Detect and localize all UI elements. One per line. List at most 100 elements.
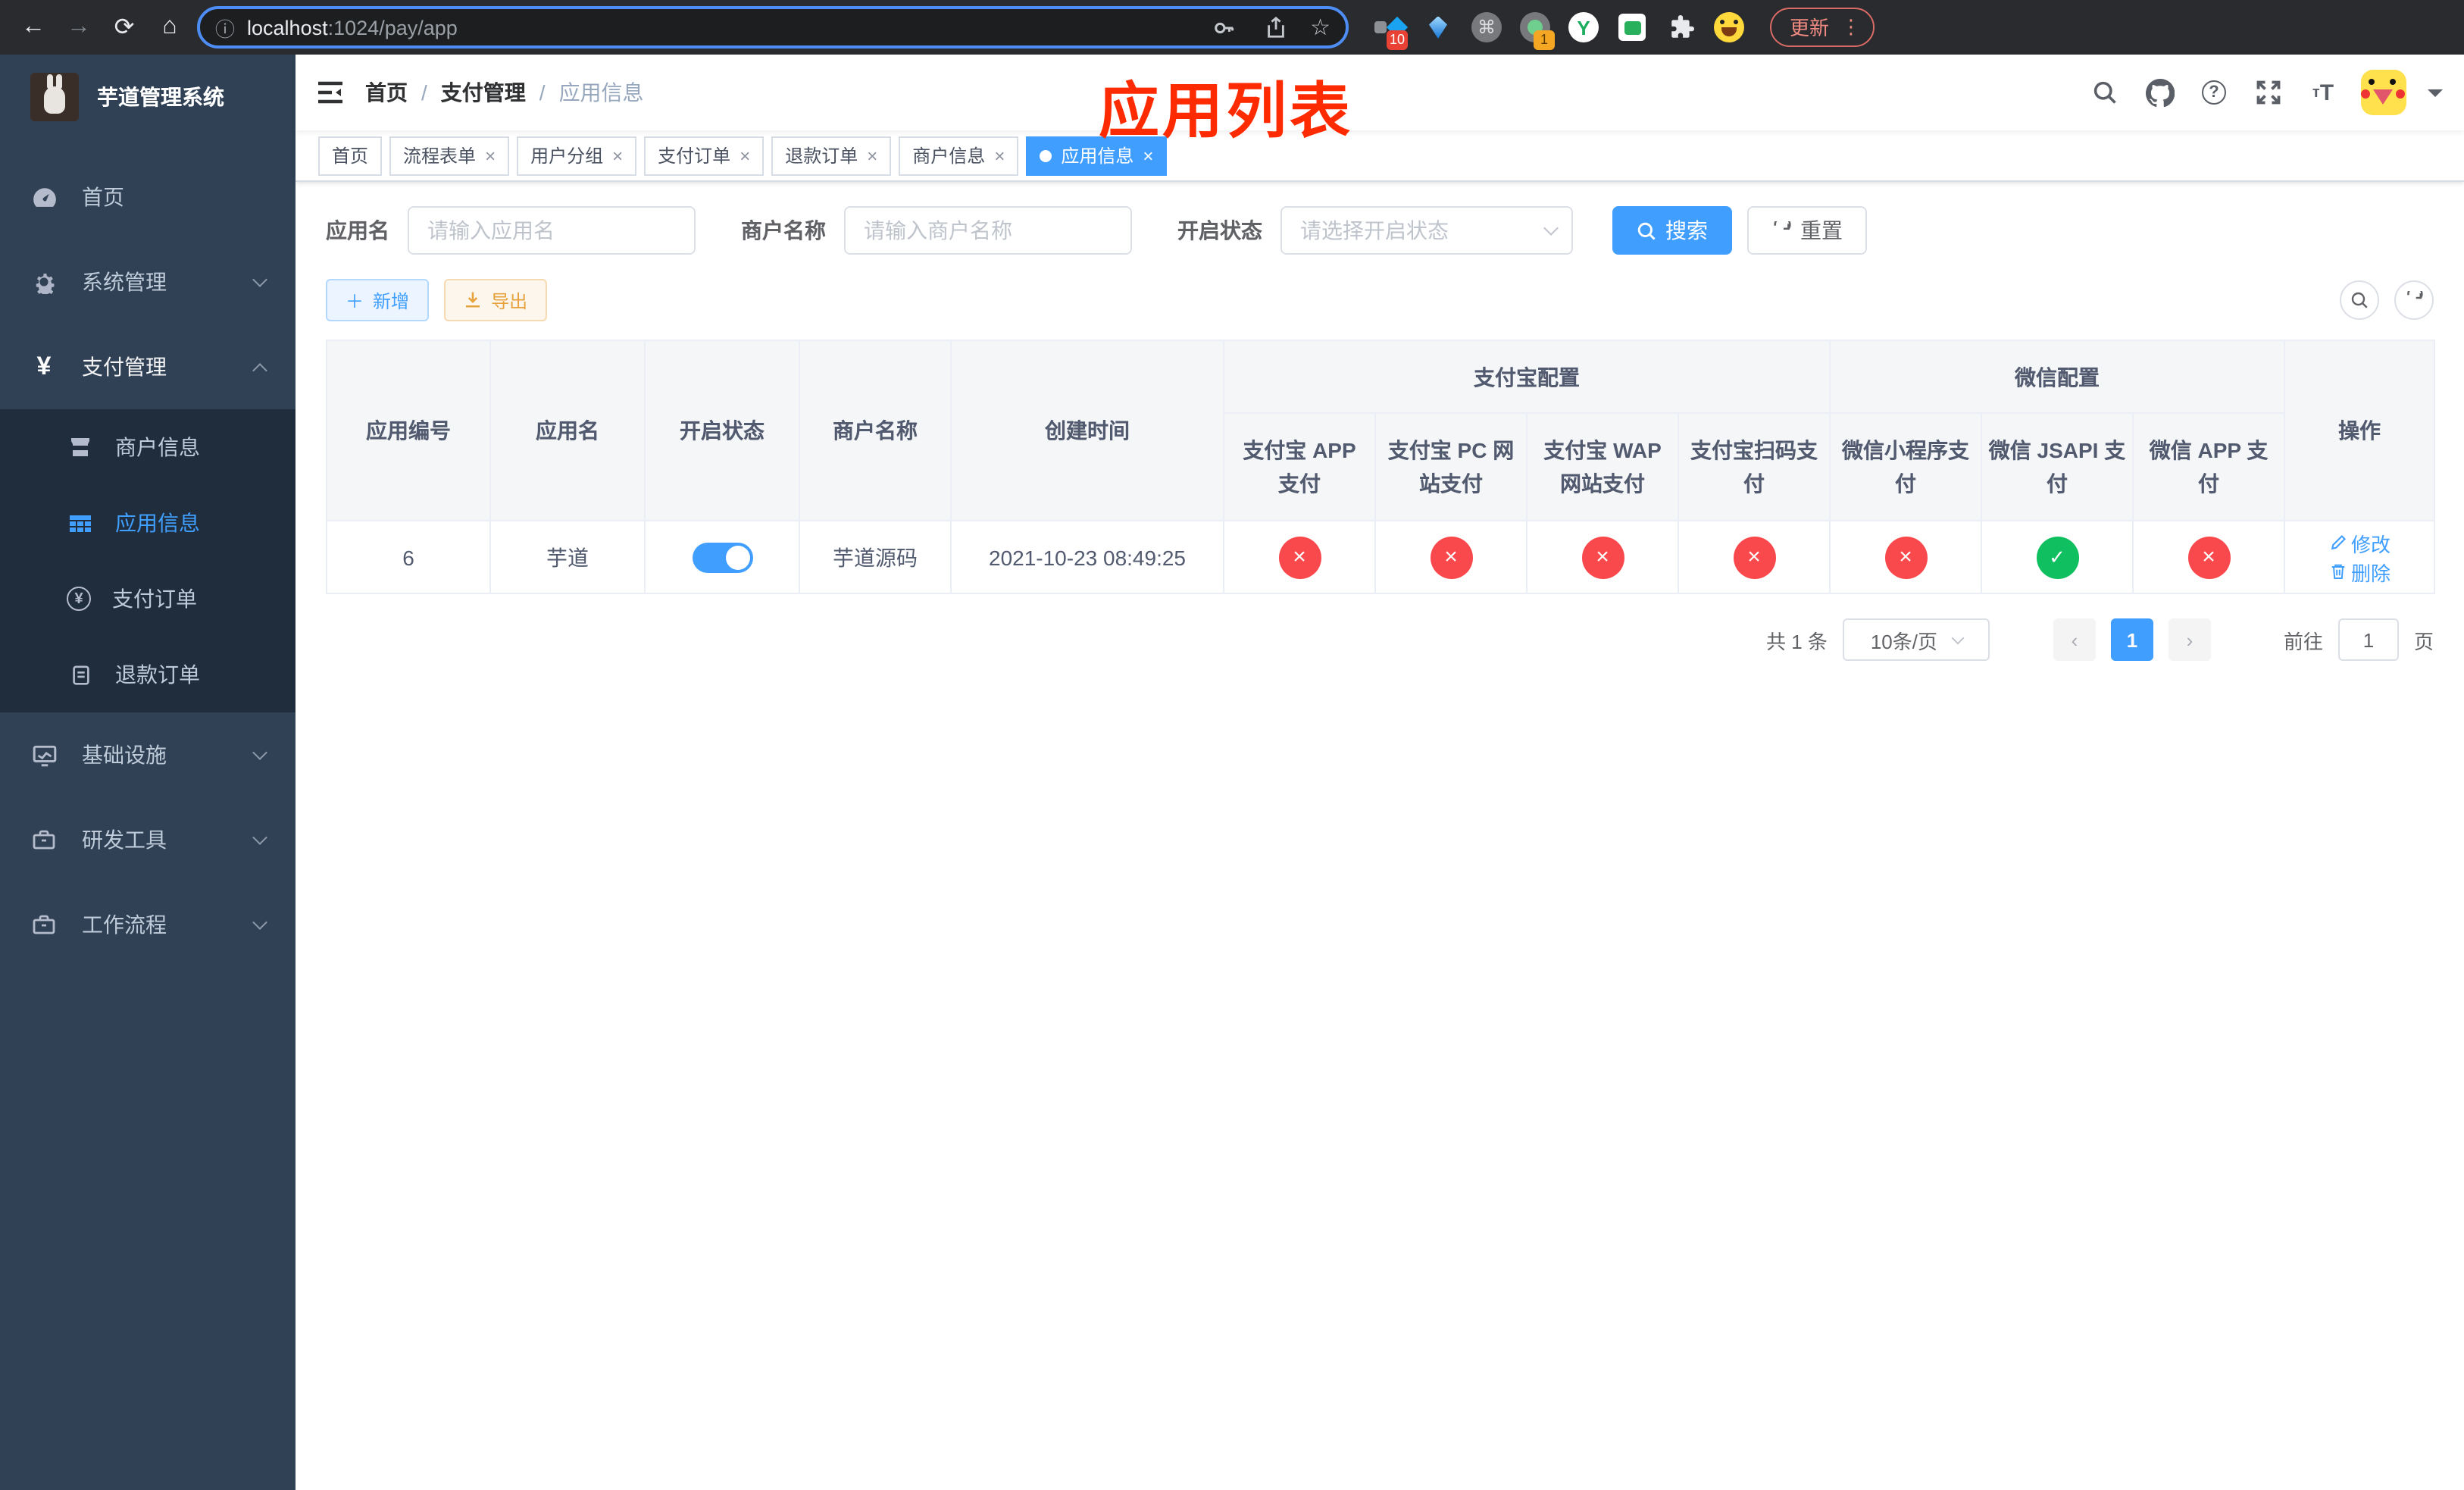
app-logo-rabbit (30, 73, 79, 121)
bookmark-star-icon[interactable]: ☆ (1310, 14, 1330, 41)
y-extension-icon[interactable]: Y (1567, 11, 1600, 44)
avatar[interactable] (2361, 70, 2406, 115)
filter-form: 应用名 商户名称 开启状态 请选择开启状态 搜索 重置 (326, 206, 2434, 255)
pagination-total: 共 1 条 (1766, 630, 1828, 653)
close-icon[interactable]: × (612, 145, 623, 166)
sidebar-item-label: 基础设施 (82, 743, 167, 767)
refresh-button[interactable] (2394, 280, 2434, 320)
tag-merchant-info[interactable]: 商户信息 × (899, 136, 1019, 175)
extension-squares-icon[interactable]: 10 (1373, 11, 1409, 50)
close-icon[interactable]: × (740, 145, 750, 166)
browser-reload-icon[interactable]: ⟳ (106, 9, 142, 45)
col-alipay-app: 支付宝 APP 支付 (1223, 412, 1376, 521)
share-icon[interactable] (1259, 11, 1292, 44)
app-name-input[interactable] (408, 206, 696, 255)
table-toolbar: ＋ 新增 导出 (326, 279, 2434, 321)
sidebar-item-workflow[interactable]: 工作流程 (0, 882, 295, 967)
browser-forward-icon[interactable]: → (61, 9, 97, 45)
breadcrumb-payment[interactable]: 支付管理 (441, 77, 526, 108)
col-merchant: 商户名称 (799, 340, 952, 521)
status-dot-extension-icon[interactable]: 1 (1518, 11, 1555, 50)
page-unit-label: 页 (2413, 630, 2434, 653)
export-button[interactable]: 导出 (444, 279, 548, 321)
tag-process-form[interactable]: 流程表单 × (389, 136, 510, 175)
help-icon[interactable]: ? (2197, 76, 2231, 109)
close-icon[interactable]: × (994, 145, 1005, 166)
sidebar-fold-icon[interactable] (295, 80, 365, 105)
avatar-caret-icon[interactable] (2428, 89, 2443, 104)
col-status: 开启状态 (644, 340, 800, 521)
fullscreen-icon[interactable] (2252, 76, 2285, 109)
edit-link[interactable]: 修改 (2328, 528, 2391, 557)
chevron-down-icon (252, 830, 267, 845)
sidebar-item-home[interactable]: 首页 (0, 155, 295, 239)
yen-icon: ¥ (36, 352, 52, 380)
app-table: 应用编号 应用名 开启状态 商户名称 创建时间 支付宝配置 微信配置 操作 支付… (326, 340, 2436, 594)
close-icon[interactable]: × (485, 145, 496, 166)
close-icon[interactable]: × (867, 145, 877, 166)
sidebar-item-system[interactable]: 系统管理 (0, 239, 295, 324)
cell-created: 2021-10-23 08:49:25 (950, 520, 1224, 594)
emoji-extension-icon[interactable] (1712, 11, 1746, 44)
kite-extension-icon[interactable] (1421, 11, 1455, 44)
browser-home-icon[interactable]: ⌂ (152, 9, 188, 45)
github-icon[interactable] (2143, 76, 2176, 109)
col-alipay-pc: 支付宝 PC 网站支付 (1374, 412, 1527, 521)
toggle-search-button[interactable] (2340, 280, 2379, 320)
extensions-puzzle-icon[interactable] (1664, 11, 1697, 44)
toolbox-icon (30, 911, 58, 938)
alipay-qr-status-icon (1733, 536, 1775, 578)
merchant-name-input[interactable] (844, 206, 1132, 255)
reset-button[interactable]: 重置 (1747, 206, 1867, 255)
page-size-select[interactable]: 10条/页 (1842, 618, 1990, 661)
sidebar-item-pay-order[interactable]: ¥ 支付订单 (0, 561, 295, 637)
tag-refund-order[interactable]: 退款订单 × (771, 136, 892, 175)
sidebar-item-refund-order[interactable]: 退款订单 (0, 637, 295, 712)
search-icon[interactable] (2088, 76, 2122, 109)
extension-badge: 10 (1387, 30, 1409, 50)
browser-menu-icon[interactable]: ⋮ (1841, 14, 1861, 39)
sidebar-item-infra[interactable]: 基础设施 (0, 712, 295, 797)
pagination: 共 1 条 10条/页 ‹ 1 › 前往 页 (326, 618, 2434, 661)
app-logo-row[interactable]: 芋道管理系统 (0, 55, 295, 139)
sidebar-item-payment[interactable]: ¥ 支付管理 (0, 324, 295, 409)
browser-update-button[interactable]: 更新 ⋮ (1770, 8, 1875, 47)
next-page-button[interactable]: › (2168, 618, 2211, 661)
table-row: 6 芋道 芋道源码 2021-10-23 08:49:25 × × × × × … (326, 520, 2436, 594)
grid-icon (67, 509, 94, 537)
site-info-icon[interactable]: ⓘ (215, 13, 235, 42)
chevron-down-icon (1543, 221, 1559, 236)
col-actions: 操作 (2284, 340, 2436, 521)
add-button[interactable]: ＋ 新增 (326, 279, 430, 321)
address-bar[interactable]: ⓘ localhost:1024/pay/app ☆ (197, 6, 1349, 49)
sidebar-item-app-info[interactable]: 应用信息 (0, 485, 295, 561)
search-button[interactable]: 搜索 (1612, 206, 1732, 255)
sidebar-item-label: 退款订单 (115, 662, 200, 687)
plus-icon: ＋ (346, 290, 364, 311)
sidebar: 芋道管理系统 首页 系统管理 ¥ 支付管理 商户信息 应用信息 ¥ 支付订单 退… (0, 55, 295, 1490)
status-select[interactable]: 请选择开启状态 (1280, 206, 1573, 255)
breadcrumb-home[interactable]: 首页 (365, 77, 408, 108)
app-title: 芋道管理系统 (97, 85, 224, 109)
chat-extension-icon[interactable] (1615, 11, 1649, 44)
tag-pay-order[interactable]: 支付订单 × (644, 136, 765, 175)
delete-link[interactable]: 删除 (2328, 557, 2391, 586)
sidebar-item-merchant-info[interactable]: 商户信息 (0, 409, 295, 485)
col-group-alipay: 支付宝配置 (1223, 340, 1831, 414)
col-app-id: 应用编号 (326, 340, 491, 521)
tag-user-group[interactable]: 用户分组 × (517, 136, 637, 175)
current-page-button[interactable]: 1 (2110, 618, 2153, 661)
status-toggle[interactable] (692, 542, 752, 572)
password-key-icon[interactable] (1207, 11, 1240, 44)
tag-home[interactable]: 首页 (318, 136, 383, 175)
status-label: 开启状态 (1177, 218, 1262, 243)
url-text[interactable]: localhost:1024/pay/app (247, 16, 1195, 39)
browser-back-icon[interactable]: ← (15, 9, 52, 45)
prev-page-button[interactable]: ‹ (2053, 618, 2096, 661)
alipay-pc-status-icon (1430, 536, 1472, 578)
sidebar-item-dev-tools[interactable]: 研发工具 (0, 797, 295, 882)
goto-page-input[interactable] (2337, 618, 2399, 661)
command-extension-icon[interactable]: ⌘ (1470, 11, 1503, 44)
monitor-chart-icon (30, 741, 58, 768)
font-size-icon[interactable]: тT (2306, 76, 2340, 109)
